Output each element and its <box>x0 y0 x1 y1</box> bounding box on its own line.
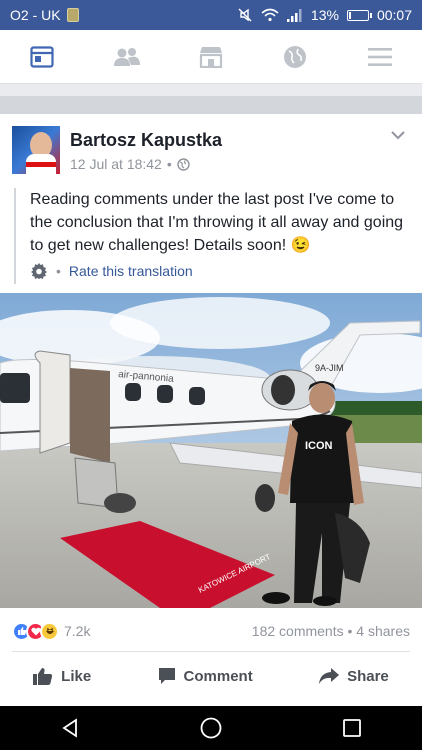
wifi-icon <box>261 8 279 22</box>
translation-block: Reading comments under the last post I'v… <box>14 188 408 284</box>
recents-icon[interactable] <box>342 718 362 738</box>
actions-divider <box>12 651 410 652</box>
tab-news-feed[interactable] <box>12 30 72 84</box>
sim-icon <box>66 8 79 22</box>
like-label: Like <box>61 667 92 685</box>
signal-icon <box>286 8 302 22</box>
post-actions: Like Comment Share <box>0 654 422 698</box>
mute-icon <box>238 8 252 22</box>
post-text: Reading comments under the last post I'v… <box>30 191 404 254</box>
haha-reaction-icon <box>40 621 59 641</box>
registration-mark: 9A-JIM <box>315 363 344 373</box>
tab-notifications[interactable] <box>265 30 325 84</box>
shirt-text: ICON <box>305 440 333 452</box>
reactions-row: 7.2k 182 comments • 4 shares <box>12 618 410 644</box>
clock: 00:07 <box>376 7 412 23</box>
battery-percent: 13% <box>310 7 339 23</box>
comment-icon <box>158 668 175 684</box>
share-label: Share <box>347 667 389 685</box>
translation-separator: • <box>56 263 61 279</box>
avatar[interactable] <box>12 126 60 174</box>
friends-icon <box>113 47 140 66</box>
top-navigation <box>0 30 422 84</box>
menu-icon <box>367 47 392 66</box>
chevron-down-icon[interactable] <box>390 130 406 140</box>
android-nav-bar <box>0 706 422 750</box>
share-button[interactable]: Share <box>305 660 403 693</box>
feed-separator <box>0 96 422 114</box>
comment-button[interactable]: Comment <box>144 659 267 693</box>
status-bar: O2 - UK 13% 00:07 <box>0 0 422 30</box>
comments-count[interactable]: 182 comments <box>252 623 344 639</box>
globe-privacy-icon <box>177 157 190 171</box>
tab-menu[interactable] <box>350 30 410 84</box>
shares-count[interactable]: 4 shares <box>356 623 410 639</box>
stats-separator: • <box>347 623 353 639</box>
news-feed-icon <box>30 45 54 68</box>
photo-scene: 9A-JIM air-pannonia KATOWICE AIRPORT ICO… <box>0 293 422 608</box>
carrier: O2 - UK <box>10 7 79 23</box>
thumbs-up-icon <box>33 668 53 685</box>
translation-rating: • Rate this translation <box>30 262 193 280</box>
meta-separator: • <box>166 156 172 172</box>
post-card: Bartosz Kapustka 12 Jul at 18:42 • Readi… <box>0 114 422 706</box>
reaction-icons[interactable] <box>12 621 59 641</box>
tab-marketplace[interactable] <box>181 30 241 84</box>
comment-label: Comment <box>183 667 253 685</box>
post-header: Bartosz Kapustka 12 Jul at 18:42 • <box>12 126 410 176</box>
tab-friends[interactable] <box>97 30 157 84</box>
author-name[interactable]: Bartosz Kapustka <box>70 130 222 151</box>
reaction-count[interactable]: 7.2k <box>64 623 90 639</box>
globe-icon <box>284 45 307 68</box>
post-meta: 12 Jul at 18:42 • <box>70 156 190 172</box>
battery-icon <box>346 9 372 21</box>
back-icon[interactable] <box>60 718 80 738</box>
engagement-stats: 182 comments • 4 shares <box>252 623 410 639</box>
rate-translation-link[interactable]: Rate this translation <box>69 263 193 279</box>
gear-icon[interactable] <box>30 262 48 280</box>
marketplace-icon <box>199 46 223 68</box>
like-button[interactable]: Like <box>19 659 105 693</box>
home-icon[interactable] <box>200 717 222 739</box>
share-arrow-icon <box>319 668 340 684</box>
carrier-label: O2 - UK <box>10 7 61 23</box>
post-photo[interactable]: 9A-JIM air-pannonia KATOWICE AIRPORT ICO… <box>0 293 422 608</box>
post-date[interactable]: 12 Jul at 18:42 <box>70 156 162 172</box>
